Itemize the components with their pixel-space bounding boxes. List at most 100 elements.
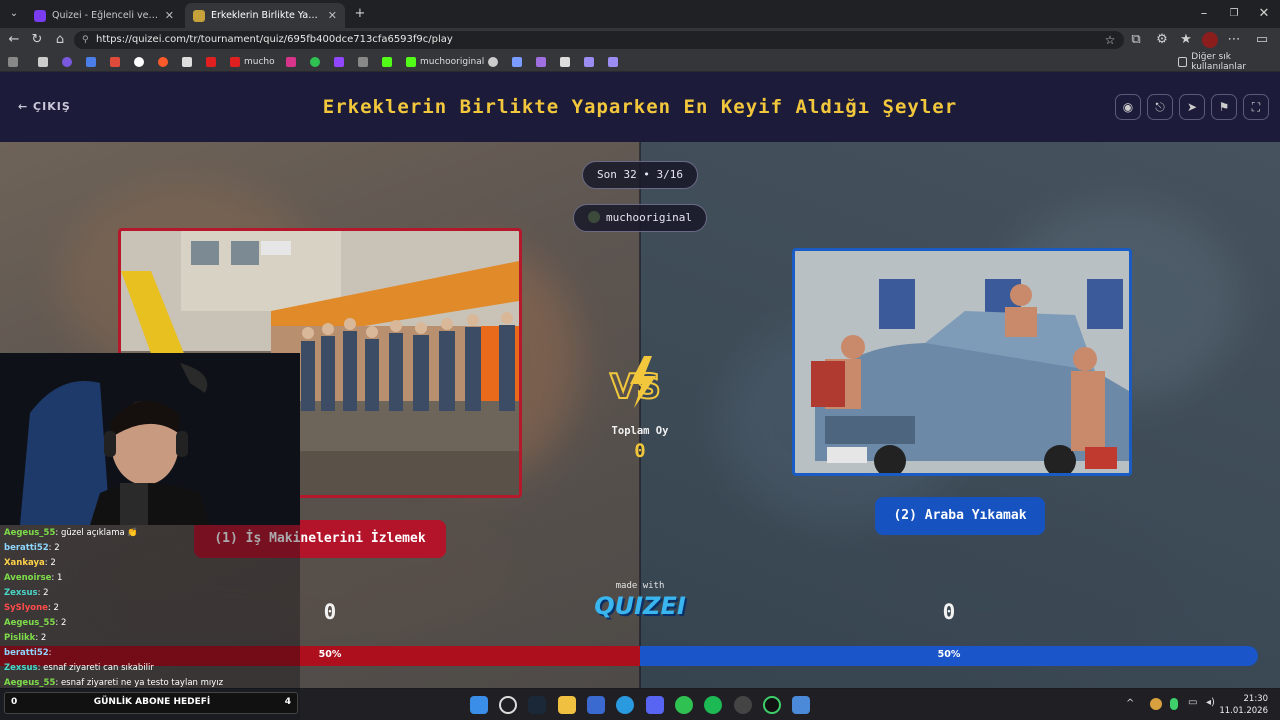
chat-text: : esnaf ziyareti can sıkabilir (37, 663, 154, 673)
bookmark-icon[interactable] (358, 55, 368, 69)
chat-message: SySlyone: 2 (4, 603, 59, 613)
new-tab-icon[interactable]: + (352, 6, 368, 22)
more-menu-icon[interactable]: ⋯ (1226, 32, 1242, 48)
edge-icon[interactable] (616, 696, 634, 714)
bookmark-icon[interactable] (608, 55, 618, 69)
made-with-label: made with (615, 581, 665, 591)
bookmark-icon[interactable] (560, 55, 570, 69)
bookmark-icon[interactable] (584, 55, 594, 69)
chat-username[interactable]: beratti52 (4, 543, 49, 553)
windows-start-icon[interactable] (470, 696, 488, 714)
option-right-image[interactable] (792, 248, 1132, 476)
close-icon[interactable]: ✕ (165, 9, 174, 22)
chat-username[interactable]: Avenoirse (4, 573, 51, 583)
chat-username[interactable]: Aegeus_55 (4, 618, 55, 628)
chat-username[interactable]: Zexsus (4, 588, 38, 598)
tab-current-quiz[interactable]: Erkeklerin Birlikte Yaparken En Keyi ✕ (185, 3, 345, 28)
youtube-icon[interactable] (206, 55, 216, 69)
profile-avatar-icon[interactable] (1202, 32, 1218, 48)
discord-icon[interactable] (646, 696, 664, 714)
bookmarks-bar: mucho muchooriginal Diğer sık kullanılan… (0, 52, 1280, 72)
bookmark-icon[interactable] (86, 55, 96, 69)
chat-message: Aegeus_55: güzel açıklama 👏 (4, 528, 138, 538)
favorite-star-icon[interactable]: ☆ (1102, 32, 1118, 48)
obs-icon[interactable] (734, 696, 752, 714)
chat-message: beratti52: (4, 648, 52, 658)
bookmark-icon[interactable] (536, 55, 546, 69)
chat-username[interactable]: Pislikk (4, 633, 35, 643)
send-icon[interactable]: ➤ (1179, 94, 1205, 120)
reddit-icon[interactable] (158, 55, 168, 69)
share-icon[interactable]: ⎋ (1147, 94, 1173, 120)
restore-icon[interactable]: ❐ (1226, 6, 1242, 22)
fullscreen-icon[interactable]: ⛶ (1243, 94, 1269, 120)
window-close-icon[interactable]: ✕ (1256, 6, 1272, 22)
bookmark-other-favorites[interactable]: Diğer sık kullanılanlar (1178, 52, 1280, 72)
chat-text: : 2 (47, 603, 59, 613)
settings-icon[interactable]: ⚙ (1154, 32, 1170, 48)
tab-title: Quizei - Eğlenceli ve etkileşimli qu (52, 10, 159, 21)
home-icon[interactable]: ⌂ (52, 32, 68, 48)
lightning-bolt-icon: VS (609, 356, 662, 408)
quiz-favicon-icon (193, 9, 205, 22)
minimize-icon[interactable]: – (1196, 6, 1212, 22)
chat-message: Zexsus: 2 (4, 588, 49, 598)
tab-quizei-home[interactable]: Quizei - Eğlenceli ve etkileşimli qu ✕ (26, 3, 182, 28)
google-icon[interactable] (134, 55, 144, 69)
bookmark-icon[interactable] (62, 55, 72, 69)
kick-icon[interactable] (382, 55, 392, 69)
chat-username[interactable]: Zexsus (4, 663, 38, 673)
instagram-icon[interactable] (286, 55, 296, 69)
tray-chevron-icon[interactable]: ^ (1126, 698, 1134, 709)
whatsapp-icon[interactable] (310, 55, 320, 69)
microphone-icon[interactable] (1170, 698, 1178, 710)
site-info-icon[interactable]: ⚲ (82, 31, 89, 49)
left-score: 0 (323, 600, 337, 624)
bookmark-icon[interactable] (8, 55, 18, 69)
sidebar-icon[interactable]: ▭ (1254, 32, 1270, 48)
url-input[interactable]: ⚲ https://quizei.com/tr/tournament/quiz/… (74, 31, 1124, 49)
app-icon[interactable] (763, 696, 781, 714)
whatsapp-icon[interactable] (675, 696, 693, 714)
store-icon[interactable] (587, 696, 605, 714)
streamer-webcam-illustration (0, 353, 300, 525)
favorites-icon[interactable]: ★ (1178, 32, 1194, 48)
extensions-icon[interactable]: ⧉ (1128, 32, 1144, 48)
tab-search-icon[interactable]: ⌄ (6, 6, 22, 22)
app-icon[interactable] (792, 696, 810, 714)
bookmark-icon[interactable] (488, 55, 498, 69)
quizei-logo[interactable]: QUIZEI (560, 592, 720, 620)
chat-username[interactable]: Aegeus_55 (4, 528, 55, 538)
spotify-icon[interactable] (704, 696, 722, 714)
system-clock[interactable]: 21:30 11.01.2026 (1219, 693, 1268, 717)
bookmark-mucho[interactable]: mucho (230, 55, 275, 69)
search-icon[interactable] (499, 696, 517, 714)
bookmark-icon[interactable] (38, 55, 48, 69)
network-icon[interactable]: ▭ (1188, 697, 1197, 708)
exit-button[interactable]: ← ÇIKIŞ (18, 100, 71, 113)
total-votes-label: Toplam Oy (611, 425, 669, 437)
reload-icon[interactable]: ↻ (29, 32, 45, 48)
file-explorer-icon[interactable] (558, 696, 576, 714)
twitch-icon[interactable] (334, 55, 344, 69)
chat-username[interactable]: Aegeus_55 (4, 678, 55, 688)
gmail-icon[interactable] (110, 55, 120, 69)
chat-text: : 2 (44, 558, 56, 568)
close-icon[interactable]: ✕ (328, 9, 337, 22)
volume-icon[interactable]: ◂) (1206, 697, 1215, 708)
eye-icon[interactable]: ◉ (1115, 94, 1141, 120)
chat-username[interactable]: beratti52 (4, 648, 49, 658)
bookmark-muchooriginal[interactable]: muchooriginal (406, 55, 484, 69)
chat-username[interactable]: Xankaya (4, 558, 45, 568)
x-icon[interactable] (182, 55, 192, 69)
browser-tab-bar: ⌄ Quizei - Eğlenceli ve etkileşimli qu ✕… (0, 0, 1280, 28)
flag-icon[interactable]: ⚑ (1211, 94, 1237, 120)
tray-app-icon[interactable] (1150, 698, 1162, 710)
user-badge: muchooriginal (573, 204, 707, 232)
chat-username[interactable]: SySlyone (4, 603, 48, 613)
chat-message: Aegeus_55: esnaf ziyareti ne ya testo ta… (4, 678, 223, 688)
back-icon[interactable]: ← (6, 32, 22, 48)
option-right-button[interactable]: (2) Araba Yıkamak (875, 497, 1045, 535)
bookmark-icon[interactable] (512, 55, 522, 69)
steam-icon[interactable] (528, 696, 546, 714)
